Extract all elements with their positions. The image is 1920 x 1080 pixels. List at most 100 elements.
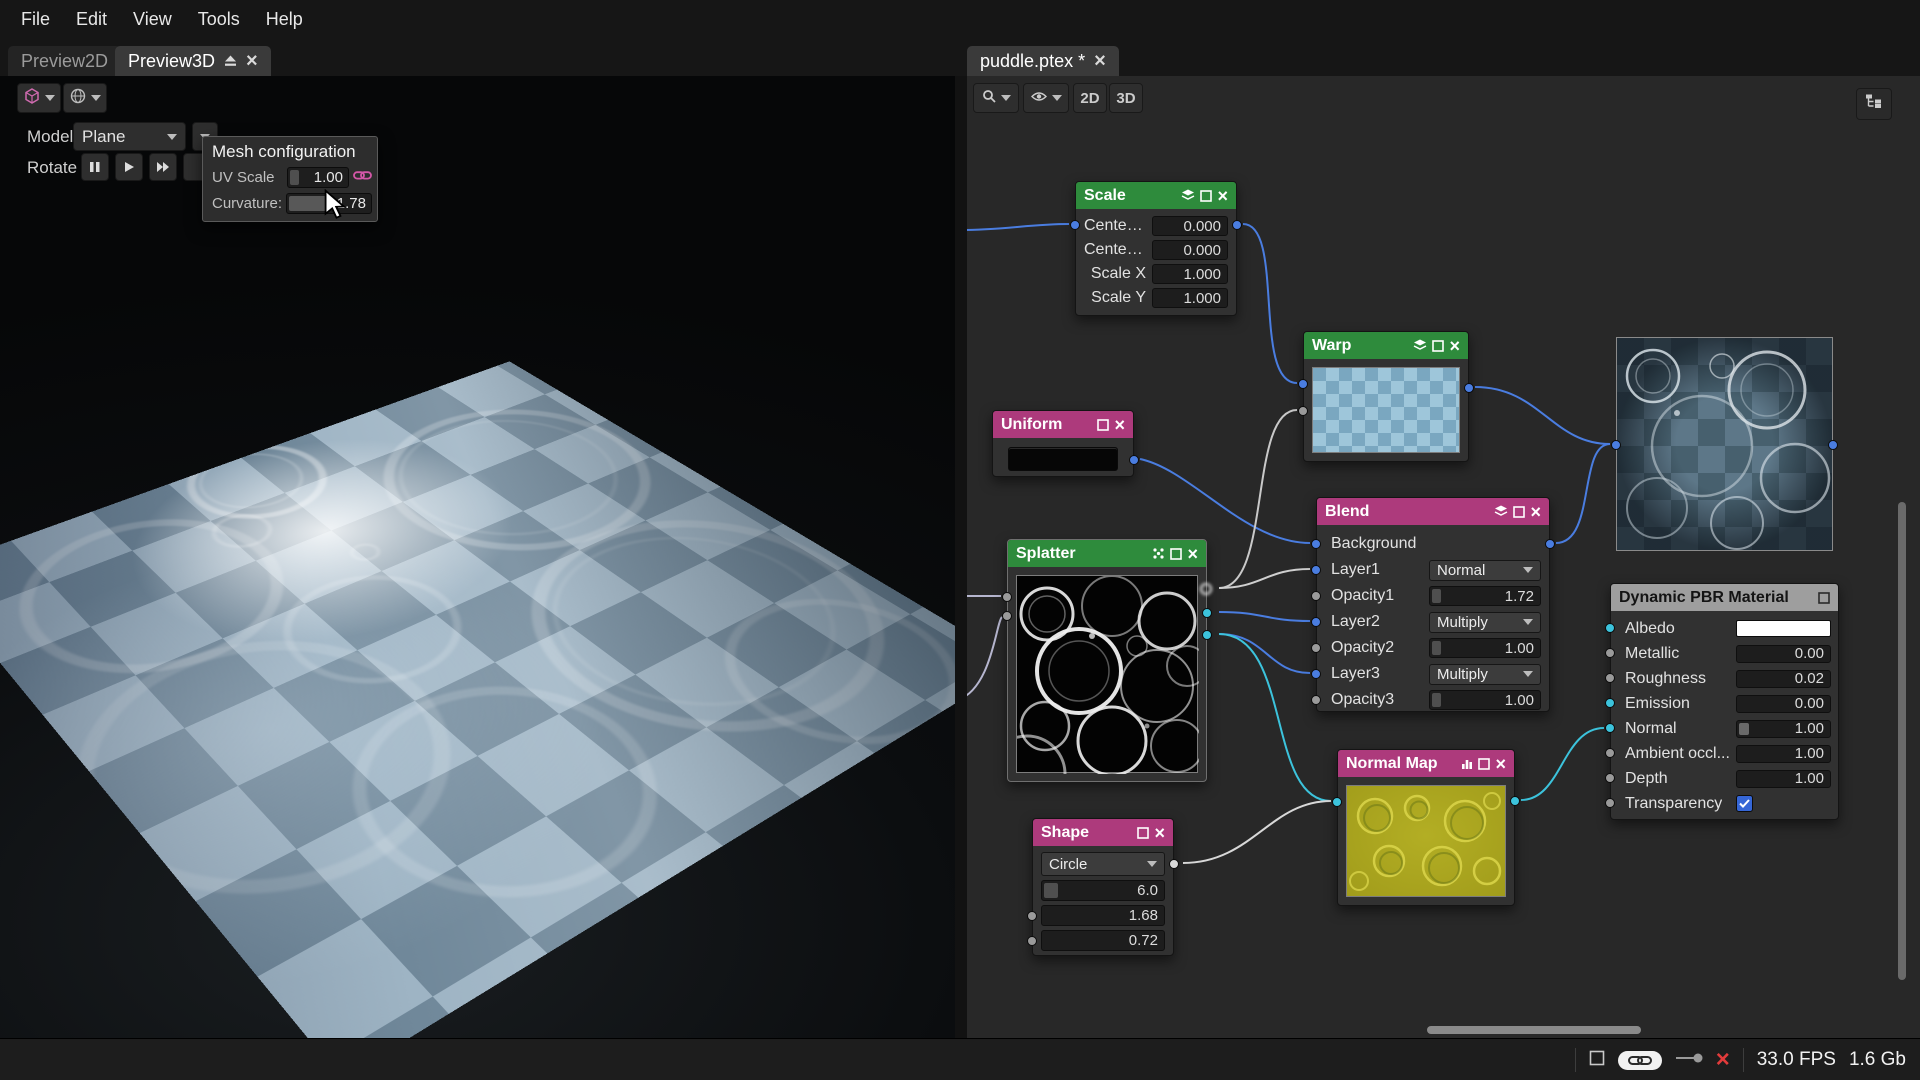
preview-toggle-icon[interactable] [1589,1050,1605,1071]
menu-tools[interactable]: Tools [185,4,253,35]
menu-help[interactable]: Help [253,4,316,35]
node-splatter[interactable]: Splatter × [1007,539,1207,782]
input-port[interactable] [1311,643,1321,653]
model-options-button[interactable] [17,83,61,113]
node-header[interactable]: Blend × [1317,498,1549,525]
input-port[interactable] [1311,565,1321,575]
input-port[interactable] [1332,797,1342,807]
blend-mode-select[interactable]: Normal [1429,560,1541,581]
node-header[interactable]: Normal Map × [1338,750,1514,777]
param-input[interactable]: 1.00 [1736,720,1831,738]
buffer-icon[interactable] [1494,505,1508,518]
close-icon[interactable]: × [1187,545,1198,563]
menu-file[interactable]: File [8,4,63,35]
input-port[interactable] [1605,623,1615,633]
view-3d-button[interactable]: 3D [1109,83,1143,113]
transparency-checkbox[interactable] [1736,795,1753,812]
output-port[interactable] [1510,796,1520,806]
menu-edit[interactable]: Edit [63,4,120,35]
param-input[interactable]: 1.72 [1429,586,1541,606]
close-tab-icon[interactable]: × [246,51,258,71]
preview-icon[interactable] [1170,548,1182,560]
preview-icon[interactable] [1478,758,1490,770]
param-input[interactable]: 0.00 [1736,645,1831,663]
preview-icon[interactable] [1513,506,1525,518]
albedo-color-swatch[interactable] [1736,620,1831,637]
input-port[interactable] [1605,673,1615,683]
node-header[interactable]: Shape × [1033,819,1173,846]
node-shape[interactable]: Shape × Circle 6.0 1.68 0.72 [1032,818,1174,956]
slider-grab-handle[interactable] [290,170,299,185]
input-port[interactable] [1611,440,1621,450]
output-port[interactable] [1464,383,1474,393]
param-input[interactable]: 0.72 [1041,930,1165,951]
histogram-icon[interactable] [1461,758,1473,770]
param-input[interactable]: 1.00 [1429,690,1541,710]
param-input[interactable]: 1.00 [1736,770,1831,788]
texture-preview-panel[interactable] [1616,337,1833,551]
blend-mode-select[interactable]: Multiply [1429,664,1541,685]
node-scale[interactable]: Scale × Center X 0.000 Center Y 0.000 Sc… [1075,181,1237,316]
preview-icon[interactable] [1818,592,1830,604]
preview-3d-canvas[interactable] [0,361,955,1038]
slider-grab-handle[interactable] [1432,641,1441,655]
preview-icon[interactable] [1137,827,1149,839]
node-header[interactable]: Splatter × [1008,540,1206,567]
node-warp[interactable]: Warp × [1303,331,1469,462]
node-header[interactable]: Dynamic PBR Material [1611,584,1838,611]
zoom-tool-button[interactable] [973,83,1019,113]
preview-icon[interactable] [1432,340,1444,352]
preview-3d-pane[interactable]: Model Plane Rotate Mesh configuration UV… [0,76,955,1038]
instances-icon[interactable] [1152,547,1165,560]
close-icon[interactable]: × [1530,503,1541,521]
output-port[interactable] [1202,608,1212,618]
output-port[interactable] [1545,539,1555,549]
node-header[interactable]: Warp × [1304,332,1468,359]
input-port[interactable] [1605,748,1615,758]
preview-icon[interactable] [1097,419,1109,431]
input-port[interactable] [1070,220,1080,230]
output-port[interactable] [1169,859,1179,869]
input-port[interactable] [1311,669,1321,679]
param-input[interactable]: 6.0 [1041,880,1165,901]
output-port[interactable] [1828,440,1838,450]
vertical-scrollbar[interactable] [1898,502,1906,980]
node-normal-map[interactable]: Normal Map × [1337,749,1515,906]
input-port[interactable] [1298,406,1308,416]
menu-view[interactable]: View [120,4,185,35]
close-icon[interactable]: × [1217,187,1228,205]
model-select[interactable]: Plane [73,122,186,151]
eject-icon[interactable] [224,51,237,72]
input-port[interactable] [1027,936,1037,946]
param-input[interactable]: 0.000 [1152,216,1228,236]
param-input[interactable]: 1.000 [1152,264,1228,284]
slider-grab-handle[interactable] [1432,589,1441,603]
param-input[interactable]: 1.68 [1041,905,1165,926]
node-pbr-material[interactable]: Dynamic PBR Material Albedo Metallic 0.0… [1610,583,1839,820]
input-port[interactable] [1605,723,1615,733]
fast-forward-button[interactable] [149,153,177,181]
horizontal-scrollbar[interactable] [1427,1026,1641,1034]
output-port[interactable] [1232,220,1242,230]
link-toggle[interactable] [1618,1051,1662,1070]
input-port[interactable] [1311,617,1321,627]
pause-button[interactable] [81,153,109,181]
node-uniform[interactable]: Uniform × [992,410,1134,477]
node-blend[interactable]: Blend × Background Layer1 Normal Opacity… [1316,497,1550,712]
slider-grab-handle[interactable] [1432,693,1441,707]
output-port[interactable] [1200,583,1212,595]
close-icon[interactable]: × [1114,416,1125,434]
input-port[interactable] [1605,698,1615,708]
normal-map-texture-preview[interactable] [1346,785,1506,897]
param-input[interactable]: 1.000 [1152,288,1228,308]
preview-icon[interactable] [1200,190,1212,202]
slider-grab-handle[interactable] [1739,723,1749,735]
param-input[interactable]: 0.02 [1736,670,1831,688]
shape-type-select[interactable]: Circle [1041,852,1165,876]
hierarchy-panel-button[interactable] [1856,88,1892,120]
buffer-icon[interactable] [1413,339,1427,352]
view-2d-button[interactable]: 2D [1073,83,1107,113]
slider-grab-handle[interactable] [1044,883,1058,898]
tab-preview3d[interactable]: Preview3D × [115,46,271,76]
link-icon[interactable] [353,168,372,186]
